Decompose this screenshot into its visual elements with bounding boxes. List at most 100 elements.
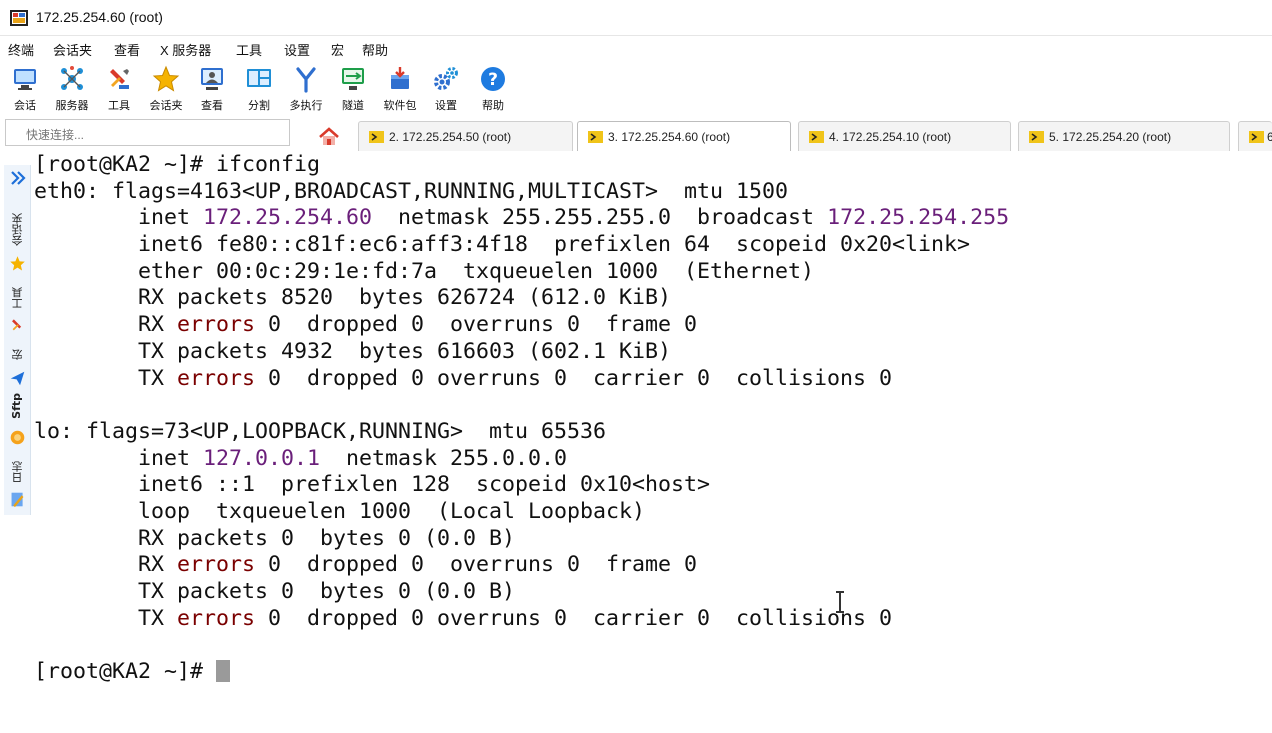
terminal-text: [root@KA2 ~]# xyxy=(34,659,217,685)
tab-session-3[interactable]: 3. 172.25.254.60 (root) xyxy=(577,121,791,152)
error-keyword: errors xyxy=(177,605,256,631)
tab-label: 2. 172.25.254.50 (root) xyxy=(389,130,512,144)
send-icon xyxy=(10,371,25,386)
ip-address: 172.25.254.255 xyxy=(827,205,1010,231)
split-icon xyxy=(247,69,271,87)
terminal-line: TX packets 4932 bytes 616603 (602.1 KiB) xyxy=(34,339,1272,366)
terminal-line: TX errors 0 dropped 0 overruns 0 carrier… xyxy=(34,366,1272,393)
tools-icon xyxy=(110,69,129,89)
sidebar-tab-log[interactable]: 日志 xyxy=(10,461,26,483)
app-logo-icon xyxy=(10,10,28,26)
tunnel-icon xyxy=(342,68,364,90)
sftp-globe-icon xyxy=(10,430,25,445)
settings-button[interactable]: 设置 xyxy=(424,63,468,117)
tools-button[interactable]: 工具 xyxy=(97,63,141,117)
menu-tools[interactable]: 工具 xyxy=(236,40,262,59)
menu-help[interactable]: 帮助 xyxy=(362,40,388,59)
terminal-text: RX packets 0 bytes 0 (0.0 B) xyxy=(34,525,516,551)
terminal-line: RX packets 0 bytes 0 (0.0 B) xyxy=(34,526,1272,553)
tab-session-5[interactable]: 5. 172.25.254.20 (root) xyxy=(1018,121,1230,151)
menu-view[interactable]: 查看 xyxy=(114,40,140,59)
terminal-tab-icon xyxy=(1249,131,1264,143)
tab-session-2[interactable]: 2. 172.25.254.50 (root) xyxy=(358,121,573,151)
collapse-panel-icon[interactable] xyxy=(9,169,27,187)
split-button[interactable]: 分割 xyxy=(237,63,281,117)
terminal-line: ether 00:0c:29:1e:fd:7a txqueuelen 1000 … xyxy=(34,259,1272,286)
view-label: 查看 xyxy=(201,100,223,112)
tools-icon xyxy=(12,319,22,331)
terminal-line: eth0: flags=4163<UP,BROADCAST,RUNNING,MU… xyxy=(34,179,1272,206)
favorites-button[interactable]: 会话夹 xyxy=(144,63,188,117)
ip-address: 127.0.0.1 xyxy=(203,445,321,471)
terminal-cursor xyxy=(216,660,231,683)
terminal-line: inet 172.25.254.60 netmask 255.255.255.0… xyxy=(34,205,1272,232)
terminal-text: inet xyxy=(34,445,204,471)
servers-label: 服务器 xyxy=(55,100,89,112)
session-button[interactable]: 会话 xyxy=(3,63,47,117)
view-button[interactable]: 查看 xyxy=(190,63,234,117)
error-keyword: errors xyxy=(177,312,256,338)
terminal-line: inet6 ::1 prefixlen 128 scopeid 0x10<hos… xyxy=(34,472,1272,499)
help-icon: ? xyxy=(481,67,505,91)
terminal-output[interactable]: [root@KA2 ~]# ifconfig eth0: flags=4163<U… xyxy=(34,151,1272,733)
quick-connect-input[interactable] xyxy=(5,119,290,146)
menu-xserver[interactable]: X 服务器 xyxy=(160,40,211,59)
packages-icon xyxy=(391,67,409,89)
menu-settings[interactable]: 设置 xyxy=(284,40,310,59)
window-title: 172.25.254.60 (root) xyxy=(36,9,163,25)
terminal-text: lo: flags=73<UP,LOOPBACK,RUNNING> mtu 65… xyxy=(34,418,607,444)
sidebar-tab-sessions[interactable]: 会话夹 xyxy=(10,213,26,246)
split-label: 分割 xyxy=(248,100,270,112)
tab-bar: 2. 172.25.254.50 (root) 3. 172.25.254.60… xyxy=(0,117,1272,152)
terminal-text: 0 dropped 0 overruns 0 carrier 0 collisi… xyxy=(255,605,893,631)
terminal-text: 0 dropped 0 overruns 0 frame 0 xyxy=(255,552,698,578)
terminal-line: [root@KA2 ~]# xyxy=(34,659,1272,686)
multiexec-icon xyxy=(296,67,316,93)
terminal-line: lo: flags=73<UP,LOOPBACK,RUNNING> mtu 65… xyxy=(34,419,1272,446)
log-edit-icon xyxy=(11,492,24,508)
favorites-star-icon xyxy=(10,256,25,271)
terminal-text: inet6 fe80::c81f:ec6:aff3:4f18 prefixlen… xyxy=(34,232,971,258)
settings-gears-icon xyxy=(434,67,458,90)
text-cursor-icon xyxy=(836,591,844,613)
tab-label: 3. 172.25.254.60 (root) xyxy=(608,130,731,144)
settings-label: 设置 xyxy=(435,100,457,112)
sidebar-tab-sftp[interactable]: Sftp xyxy=(10,393,23,419)
terminal-line: RX errors 0 dropped 0 overruns 0 frame 0 xyxy=(34,312,1272,339)
sidebar-tab-macros[interactable]: 宏 xyxy=(10,349,26,360)
packages-label: 软件包 xyxy=(383,100,417,112)
error-keyword: errors xyxy=(177,552,256,578)
tunnel-button[interactable]: 隧道 xyxy=(331,63,375,117)
terminal-text: TX packets 0 bytes 0 (0.0 B) xyxy=(34,579,516,604)
packages-button[interactable]: 软件包 xyxy=(378,63,422,117)
menu-terminal[interactable]: 终端 xyxy=(8,40,34,59)
terminal-text: eth0: flags=4163<UP,BROADCAST,RUNNING,MU… xyxy=(34,178,789,204)
sidebar-tab-tools[interactable]: 工具 xyxy=(10,287,26,309)
multiexec-label: 多执行 xyxy=(289,100,323,112)
help-button[interactable]: ? 帮助 xyxy=(471,63,515,117)
terminal-text: loop txqueuelen 1000 (Local Loopback) xyxy=(34,498,646,524)
menu-bar: 终端 会话夹 查看 X 服务器 工具 设置 宏 帮助 xyxy=(0,37,1272,61)
tab-session-6[interactable]: 6 xyxy=(1238,121,1272,151)
terminal-text: RX xyxy=(34,552,178,578)
terminal-tab-icon xyxy=(588,131,603,143)
tunnel-label: 隧道 xyxy=(342,100,364,112)
menu-sessions[interactable]: 会话夹 xyxy=(53,40,92,59)
session-icon xyxy=(14,69,36,90)
menu-macro[interactable]: 宏 xyxy=(331,40,344,59)
terminal-line: [root@KA2 ~]# ifconfig xyxy=(34,152,1272,179)
terminal-text: [root@KA2 ~]# ifconfig xyxy=(34,152,321,177)
view-icon xyxy=(201,68,223,90)
home-tab[interactable] xyxy=(303,121,355,151)
tab-session-4[interactable]: 4. 172.25.254.10 (root) xyxy=(798,121,1011,151)
servers-button[interactable]: 服务器 xyxy=(50,63,94,117)
terminal-line: TX packets 0 bytes 0 (0.0 B) xyxy=(34,579,1272,606)
ip-address: 172.25.254.60 xyxy=(203,205,373,231)
terminal-text: netmask 255.0.0.0 xyxy=(320,445,568,471)
tab-label: 5. 172.25.254.20 (root) xyxy=(1049,130,1172,144)
terminal-text: inet xyxy=(34,205,204,231)
multiexec-button[interactable]: 多执行 xyxy=(284,63,328,117)
favorites-label: 会话夹 xyxy=(149,100,183,112)
